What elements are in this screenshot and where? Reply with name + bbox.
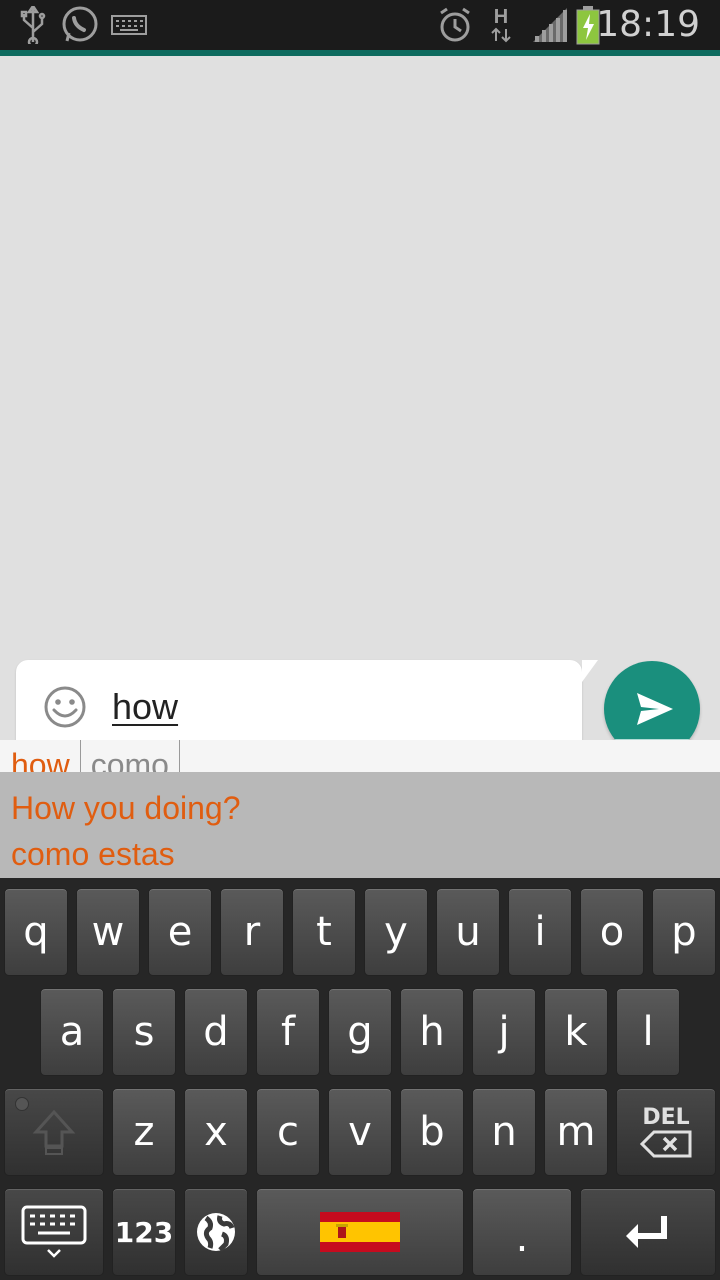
- key-e[interactable]: e: [148, 888, 212, 976]
- enter-icon: [626, 1216, 667, 1248]
- status-bar: H 18:19: [0, 0, 720, 56]
- hspa-data-icon: H: [486, 5, 516, 45]
- key-m[interactable]: m: [544, 1088, 608, 1176]
- key-y[interactable]: y: [364, 888, 428, 976]
- keyboard-switch-key[interactable]: [4, 1188, 104, 1276]
- key-h[interactable]: h: [400, 988, 464, 1076]
- message-input[interactable]: how: [112, 682, 552, 732]
- key-j[interactable]: j: [472, 988, 536, 1076]
- key-q[interactable]: q: [4, 888, 68, 976]
- clock: 18:19: [596, 4, 700, 45]
- key-v[interactable]: v: [328, 1088, 392, 1176]
- key-u[interactable]: u: [436, 888, 500, 976]
- numbers-key[interactable]: 123: [112, 1188, 176, 1276]
- key-f[interactable]: f: [256, 988, 320, 1076]
- period-key[interactable]: .: [472, 1188, 572, 1276]
- whatsapp-icon: [58, 5, 102, 45]
- key-x[interactable]: x: [184, 1088, 248, 1176]
- backspace-icon: [640, 1130, 692, 1158]
- keyboard: q w e r t y u i o p a s d f g h j k l z …: [0, 878, 720, 1280]
- space-key[interactable]: [256, 1188, 464, 1276]
- conversation-area[interactable]: [0, 56, 720, 740]
- key-t[interactable]: t: [292, 888, 356, 976]
- key-r[interactable]: r: [220, 888, 284, 976]
- shift-icon: [32, 1109, 76, 1155]
- key-l[interactable]: l: [616, 988, 680, 1076]
- keyboard-icon: [110, 5, 148, 45]
- key-p[interactable]: p: [652, 888, 716, 976]
- key-z[interactable]: z: [112, 1088, 176, 1176]
- key-d[interactable]: d: [184, 988, 248, 1076]
- shift-key[interactable]: [4, 1088, 104, 1176]
- key-s[interactable]: s: [112, 988, 176, 1076]
- caps-lock-indicator: [15, 1097, 29, 1111]
- delete-key[interactable]: DEL: [616, 1088, 716, 1176]
- usb-icon: [18, 5, 48, 45]
- composer-tail: [580, 660, 598, 682]
- numbers-label: 123: [114, 1215, 174, 1249]
- key-o[interactable]: o: [580, 888, 644, 976]
- key-a[interactable]: a: [40, 988, 104, 1076]
- period-label: .: [515, 1215, 529, 1261]
- enter-key[interactable]: [580, 1188, 716, 1276]
- alarm-icon: [436, 5, 474, 45]
- key-g[interactable]: g: [328, 988, 392, 1076]
- send-icon: [637, 693, 673, 725]
- delete-label: DEL: [642, 1105, 690, 1130]
- signal-icon: [530, 5, 570, 45]
- spain-flag-icon: [320, 1212, 400, 1252]
- globe-icon: [197, 1213, 235, 1252]
- language-key[interactable]: [184, 1188, 248, 1276]
- key-b[interactable]: b: [400, 1088, 464, 1176]
- key-n[interactable]: n: [472, 1088, 536, 1176]
- suggestion-phrase[interactable]: How you doing?: [11, 790, 240, 827]
- emoji-icon: [44, 686, 86, 728]
- key-k[interactable]: k: [544, 988, 608, 1076]
- phrase-suggestions: How you doing? como estas: [0, 772, 720, 878]
- emoji-button[interactable]: [43, 685, 87, 729]
- key-w[interactable]: w: [76, 888, 140, 976]
- key-i[interactable]: i: [508, 888, 572, 976]
- key-c[interactable]: c: [256, 1088, 320, 1176]
- suggestion-phrase[interactable]: como estas: [11, 836, 175, 873]
- keyboard-hide-icon: [21, 1205, 87, 1258]
